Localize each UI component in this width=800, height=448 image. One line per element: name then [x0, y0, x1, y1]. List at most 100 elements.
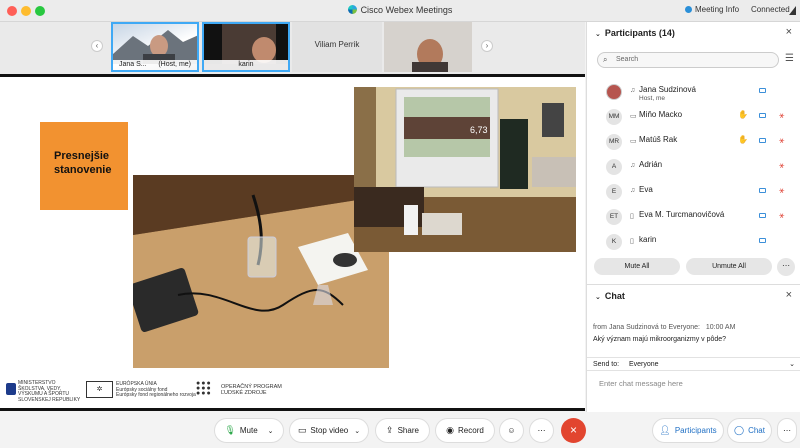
karin-video-feed — [204, 24, 288, 64]
participants-panel-header[interactable]: ⌄ Participants (14) — [595, 28, 675, 38]
participant-row[interactable]: ET ▯ Eva M. Turcmanovičová ⚹ — [587, 205, 800, 229]
avatar: ET — [606, 209, 622, 225]
raised-hand-icon: ✋ — [738, 110, 748, 119]
avatar: E — [606, 184, 622, 200]
chat-panel: ⌄ Chat × from Jana Sudzinová to Everyone:… — [586, 284, 800, 412]
more-options-icon[interactable]: ⋯ — [777, 258, 795, 276]
chevron-down-icon: ⌄ — [595, 31, 601, 38]
monitor-icon: ▭ — [630, 138, 637, 145]
more-options-icon: ⋯ — [537, 426, 546, 435]
end-meeting-button[interactable]: × — [561, 418, 586, 443]
mic-muted-icon[interactable]: ⚹ — [779, 135, 784, 146]
chevron-down-icon: ⌄ — [267, 428, 274, 435]
connection-status: Connected — [751, 5, 790, 14]
slide-heading: Presnejšie stanovenie — [40, 122, 128, 210]
video-tile-viliam[interactable]: Viliam Perrik — [292, 22, 382, 72]
record-button[interactable]: ◉ Record — [435, 418, 495, 443]
headset-icon: ♫ — [630, 187, 636, 194]
chevron-down-icon: ⌄ — [354, 428, 361, 435]
chat-input[interactable]: Enter chat message here — [599, 379, 683, 388]
meeting-controls: 🎙︎ Mute ⌄ ▭ Stop video ⌄ ⇪ Share ◉ Record ☺ ⋯ … — [0, 412, 800, 448]
participant-row[interactable]: K ▯ karin — [587, 230, 800, 254]
video-strip: ‹ Jana S... (Host, me) karin Viliam Perri… — [0, 22, 585, 74]
strip-next-button[interactable]: › — [481, 40, 493, 52]
close-icon: × — [569, 423, 577, 437]
video-on-icon — [759, 188, 766, 193]
mic-muted-icon[interactable]: ⚹ — [779, 160, 784, 171]
search-icon: ⌕ — [603, 55, 608, 64]
op-logo-text: OPERAČNÝ PROGRAM ĽUDSKÉ ZDROJE — [221, 384, 282, 396]
ministry-logo-text: MINISTERSTVO ŠKOLSTVA, VEDY, VÝSKUMU A Š… — [18, 380, 81, 403]
phone-icon: ▯ — [630, 238, 634, 245]
avatar — [606, 84, 622, 100]
video-on-icon — [759, 88, 766, 93]
eu-logo-text: EURÓPSKA ÚNIA Európsky sociálny fond Eur… — [116, 381, 196, 398]
smiley-icon: ☺ — [507, 426, 516, 435]
raised-hand-icon: ✋ — [738, 135, 748, 144]
projector-readout: 6,73 — [470, 125, 488, 135]
video-on-icon — [759, 138, 766, 143]
video-camera-icon: ▭ — [297, 425, 307, 435]
info-icon — [685, 6, 692, 13]
video-on-icon — [759, 213, 766, 218]
person-icon: 👤︎ — [659, 425, 671, 435]
avatar: K — [606, 234, 622, 250]
reactions-button[interactable]: ☺ — [499, 418, 524, 443]
headset-icon: ♫ — [630, 162, 636, 169]
video-on-icon — [759, 238, 766, 243]
close-participants-button[interactable]: × — [786, 26, 792, 38]
chat-panel-header[interactable]: ⌄ Chat — [595, 291, 625, 301]
tile-caption: Jana S... (Host, me) — [113, 60, 197, 70]
participant-row[interactable]: MM ▭ Miňo Macko ✋ ⚹ — [587, 105, 800, 129]
eu-flag-icon: ✲ — [86, 381, 113, 398]
avatar: MM — [606, 109, 622, 125]
mute-all-button[interactable]: Mute All — [594, 258, 680, 275]
shared-content: Presnejšie stanovenie 6,73 MINISTERSTVO … — [0, 74, 585, 411]
avatar: MR — [606, 134, 622, 150]
mute-button[interactable]: 🎙︎ Mute ⌄ — [214, 418, 284, 443]
monitor-icon: ▭ — [630, 113, 637, 120]
more-options-icon: ⋯ — [783, 426, 791, 435]
operational-program-icon: ●●● ●●● ●●● — [196, 380, 212, 397]
chat-button[interactable]: ◯ Chat — [727, 418, 772, 443]
participant-row[interactable]: A ♫ Adrián ⚹ — [587, 155, 800, 179]
send-to-selector[interactable]: Send to: Everyone ⌄ — [587, 357, 800, 371]
mic-muted-icon[interactable]: ⚹ — [779, 185, 784, 196]
mic-muted-icon[interactable]: ⚹ — [779, 210, 784, 221]
more-button[interactable]: ⋯ — [529, 418, 554, 443]
stop-video-button[interactable]: ▭ Stop video ⌄ — [289, 418, 369, 443]
participant-video-feed — [384, 22, 472, 72]
window-title: Cisco Webex Meetings — [0, 5, 800, 15]
participant-row[interactable]: MR ▭ Matúš Rak ✋ ⚹ — [587, 130, 800, 154]
unmute-all-button[interactable]: Unmute All — [686, 258, 772, 275]
chat-message-text: Aký význam majú mikroorganizmy v pôde? — [593, 336, 727, 343]
participant-search-input[interactable]: ⌕ Search — [597, 52, 779, 68]
video-tile-karin[interactable]: karin — [202, 22, 290, 72]
strip-prev-button[interactable]: ‹ — [91, 40, 103, 52]
close-chat-button[interactable]: × — [786, 289, 792, 301]
participants-panel: ⌄ Participants (14) × ⌕ Search ☰ ♫ Jana Su… — [586, 22, 800, 284]
share-button[interactable]: ⇪ Share — [375, 418, 430, 443]
video-on-icon — [759, 113, 766, 118]
webex-logo-icon — [347, 5, 357, 14]
slide-photo-experiment — [133, 175, 389, 368]
mic-muted-icon[interactable]: ⚹ — [779, 110, 784, 121]
chevron-down-icon: ⌄ — [789, 361, 795, 368]
phone-icon: ▯ — [630, 213, 634, 220]
chevron-down-icon: ⌄ — [595, 294, 601, 301]
participant-row[interactable]: ♫ Jana Sudzinová Host, me — [587, 80, 800, 104]
participant-row[interactable]: E ♫ Eva ⚹ — [587, 180, 800, 204]
slide-footer-logos: MINISTERSTVO ŠKOLSTVA, VEDY, VÝSKUMU A Š… — [0, 373, 585, 403]
headset-icon: ♫ — [630, 87, 636, 94]
participants-button[interactable]: 👤︎ Participants — [652, 418, 724, 443]
chat-bubble-icon: ◯ — [734, 425, 745, 435]
video-tile-jana[interactable]: Jana S... (Host, me) — [111, 22, 199, 72]
record-icon: ◉ — [446, 425, 455, 435]
sort-icon[interactable]: ☰ — [785, 53, 794, 64]
slide-photo-classroom: 6,73 — [354, 87, 576, 252]
title-bar: Cisco Webex Meetings Meeting Info Connec… — [0, 0, 800, 22]
video-tile-participant[interactable] — [384, 22, 472, 72]
avatar: A — [606, 159, 622, 175]
more-panels-button[interactable]: ⋯ — [777, 418, 797, 443]
meeting-info-button[interactable]: Meeting Info — [685, 5, 739, 14]
